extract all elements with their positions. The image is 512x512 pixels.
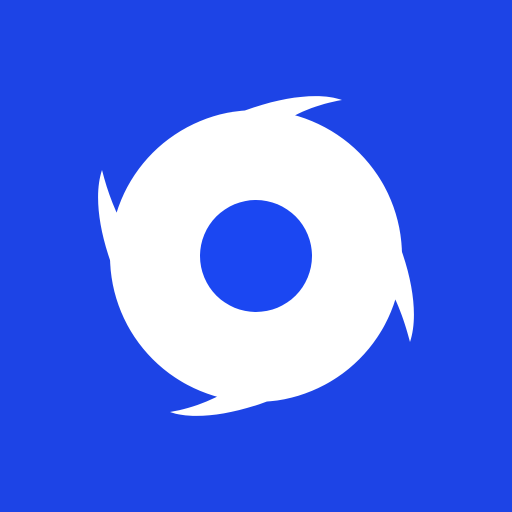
app-icon-tile [0, 0, 512, 512]
storm-eye [200, 200, 312, 312]
hurricane-swirl [98, 96, 414, 416]
hurricane-icon [98, 96, 414, 416]
